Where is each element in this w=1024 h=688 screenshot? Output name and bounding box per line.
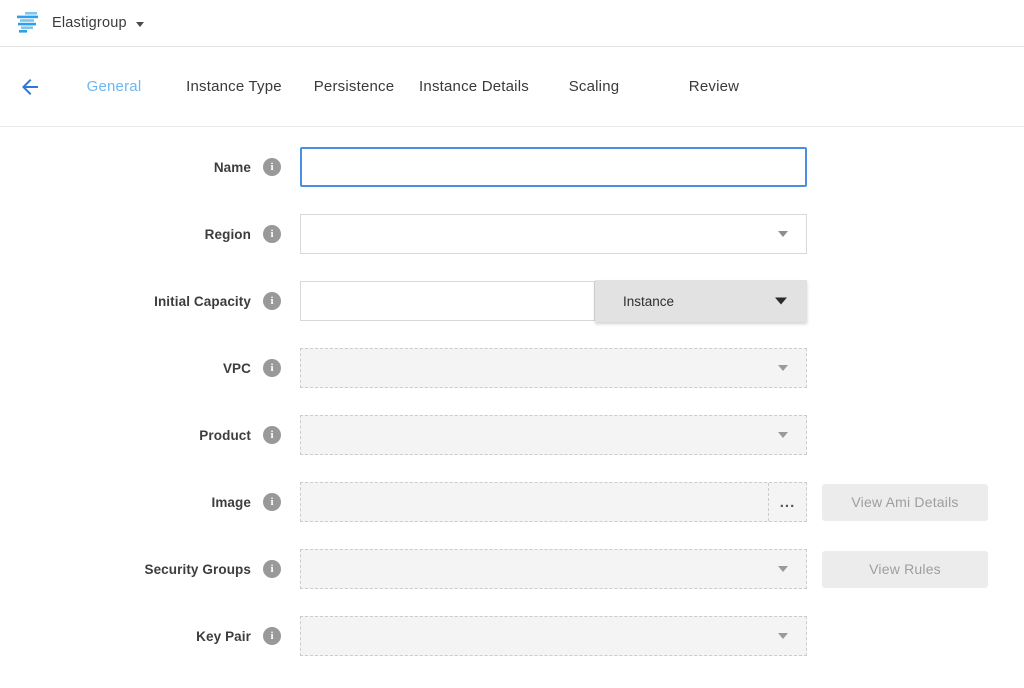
form-row-product: Product — [0, 415, 1024, 455]
info-icon[interactable] — [263, 225, 281, 243]
info-icon[interactable] — [263, 560, 281, 578]
tab-general[interactable]: General — [54, 78, 174, 95]
security-groups-select — [300, 549, 807, 589]
initial-capacity-input[interactable] — [300, 281, 595, 321]
image-input-value — [301, 483, 768, 521]
info-icon[interactable] — [263, 158, 281, 176]
view-rules-button: View Rules — [822, 551, 988, 588]
key-pair-label: Key Pair — [0, 629, 251, 644]
product-name: Elastigroup — [52, 15, 127, 31]
back-button[interactable] — [18, 75, 42, 99]
info-icon[interactable] — [263, 493, 281, 511]
form-row-vpc: VPC — [0, 348, 1024, 388]
key-pair-select — [300, 616, 807, 656]
chevron-down-icon — [778, 432, 788, 438]
chevron-down-icon — [778, 365, 788, 371]
info-icon[interactable] — [263, 359, 281, 377]
tab-persistence[interactable]: Persistence — [294, 78, 414, 95]
tab-review[interactable]: Review — [654, 78, 774, 95]
product-switcher[interactable]: Elastigroup — [52, 15, 144, 31]
image-input: ... — [300, 482, 807, 522]
view-ami-details-button: View Ami Details — [822, 484, 988, 521]
name-input[interactable] — [300, 147, 807, 187]
chevron-down-icon — [775, 298, 787, 305]
tab-instance-type[interactable]: Instance Type — [174, 78, 294, 95]
chevron-down-icon — [778, 231, 788, 237]
caret-down-icon — [136, 22, 144, 27]
chevron-down-icon — [778, 566, 788, 572]
capacity-unit-select[interactable]: Instance — [595, 280, 807, 322]
elastigroup-logo-icon — [16, 11, 42, 35]
product-label: Product — [0, 428, 251, 443]
capacity-unit-value: Instance — [623, 294, 674, 309]
wizard-tab-bar: General Instance Type Persistence Instan… — [0, 47, 1024, 127]
form-row-security-groups: Security Groups View Rules — [0, 549, 1024, 589]
image-label: Image — [0, 495, 251, 510]
vpc-label: VPC — [0, 361, 251, 376]
info-icon[interactable] — [263, 627, 281, 645]
top-bar: Elastigroup — [0, 0, 1024, 47]
initial-capacity-field: Instance — [300, 281, 807, 321]
ellipsis-icon: ... — [780, 494, 796, 511]
region-select[interactable] — [300, 214, 807, 254]
info-icon[interactable] — [263, 426, 281, 444]
region-label: Region — [0, 227, 251, 242]
tab-instance-details[interactable]: Instance Details — [414, 78, 534, 95]
form-row-initial-capacity: Initial Capacity Instance — [0, 281, 1024, 321]
back-arrow-icon — [18, 75, 42, 99]
form-row-name: Name — [0, 147, 1024, 187]
vpc-select — [300, 348, 807, 388]
tab-scaling[interactable]: Scaling — [534, 78, 654, 95]
browse-ami-button: ... — [768, 483, 806, 521]
form-row-region: Region — [0, 214, 1024, 254]
security-groups-label: Security Groups — [0, 562, 251, 577]
name-label: Name — [0, 160, 251, 175]
tabs: General Instance Type Persistence Instan… — [54, 78, 774, 95]
product-select — [300, 415, 807, 455]
chevron-down-icon — [778, 633, 788, 639]
form-row-key-pair: Key Pair — [0, 616, 1024, 656]
form-row-image: Image ... View Ami Details — [0, 482, 1024, 522]
initial-capacity-label: Initial Capacity — [0, 294, 251, 309]
general-form: Name Region Initial Capacity Instance VP… — [0, 127, 1024, 656]
info-icon[interactable] — [263, 292, 281, 310]
